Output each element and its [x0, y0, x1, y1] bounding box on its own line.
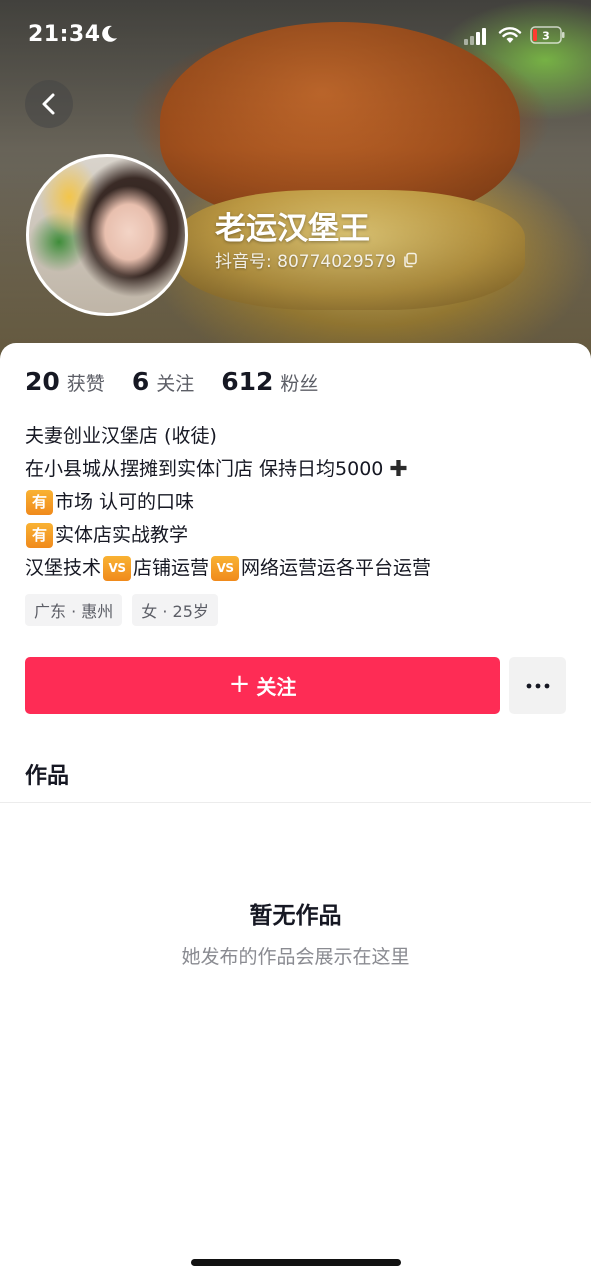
douyin-id[interactable]: 抖音号: 80774029579 — [215, 247, 418, 272]
back-button[interactable] — [25, 80, 73, 128]
profile-card: 20 获赞 6 关注 612 粉丝 夫妻创业汉堡店 (收徒) 在小县城从摆摊到实… — [0, 343, 591, 1280]
vs-emoji-badge: VS — [103, 556, 132, 581]
divider — [0, 802, 591, 803]
vs-emoji-badge: VS — [211, 556, 240, 581]
plus-emoji-icon: ✚ — [389, 457, 408, 482]
bio-text: 店铺运营 — [133, 557, 210, 579]
bio-text: 在小县城从摆摊到实体门店 保持日均5000 — [25, 458, 384, 480]
battery-level-text: 3 — [542, 30, 550, 43]
douyin-id-text: 抖音号: 80774029579 — [215, 252, 397, 272]
stat-following[interactable]: 6 关注 — [132, 367, 194, 396]
home-indicator[interactable] — [191, 1259, 401, 1266]
gender-age-tag: 女 · 25岁 — [132, 594, 218, 626]
status-time: 21:34 — [28, 22, 101, 47]
stat-following-label: 关注 — [156, 373, 195, 395]
profile-tags: 广东 · 惠州 女 · 25岁 — [25, 594, 218, 626]
more-button[interactable] — [509, 657, 566, 714]
bio-text: 汉堡技术 — [25, 557, 102, 579]
bio-text: 市场 认可的口味 — [55, 491, 195, 513]
stat-likes[interactable]: 20 获赞 — [25, 367, 105, 396]
location-tag: 广东 · 惠州 — [25, 594, 123, 626]
you-emoji-badge: 有 — [26, 490, 53, 515]
wifi-icon — [498, 27, 522, 43]
copy-icon[interactable] — [402, 252, 418, 268]
moon-icon — [102, 25, 117, 42]
profile-name: 老运汉堡王 — [215, 211, 370, 247]
follow-button-label: 关注 — [256, 675, 297, 699]
bio-line: 有 市场 认可的口味 — [25, 486, 570, 519]
avatar[interactable] — [26, 154, 188, 316]
follow-button[interactable]: + 关注 — [25, 657, 500, 714]
profile-stats: 20 获赞 6 关注 612 粉丝 — [25, 367, 345, 396]
bio-text: 夫妻创业汉堡店 (收徒) — [25, 425, 217, 447]
more-dots-icon — [526, 683, 549, 688]
stat-followers[interactable]: 612 粉丝 — [221, 367, 318, 396]
battery-icon: 3 — [530, 26, 565, 44]
bio-text: 网络运营运各平台运营 — [241, 557, 432, 579]
bio-line: 有 实体店实战教学 — [25, 519, 570, 552]
bio-line: 在小县城从摆摊到实体门店 保持日均5000 ✚ — [25, 453, 570, 486]
you-emoji-badge: 有 — [26, 523, 53, 548]
bio-text: 实体店实战教学 — [55, 524, 189, 546]
empty-state-title: 暂无作品 — [249, 903, 342, 929]
stat-likes-label: 获赞 — [66, 373, 105, 395]
stat-likes-value: 20 — [25, 367, 60, 396]
tab-works[interactable]: 作品 — [25, 758, 69, 790]
stat-followers-value: 612 — [221, 367, 274, 396]
bio-line: 夫妻创业汉堡店 (收徒) — [25, 420, 570, 453]
bio-line: 汉堡技术 VS 店铺运营 VS 网络运营运各平台运营 — [25, 552, 570, 585]
stat-following-value: 6 — [131, 367, 150, 396]
plus-icon: + — [228, 669, 251, 699]
chevron-left-icon — [42, 93, 55, 115]
empty-state-subtitle: 她发布的作品会展示在这里 — [181, 946, 410, 968]
signal-icon — [464, 28, 486, 45]
profile-bio: 夫妻创业汉堡店 (收徒) 在小县城从摆摊到实体门店 保持日均5000 ✚ 有 市… — [25, 420, 570, 585]
stat-followers-label: 粉丝 — [280, 373, 319, 395]
status-bar: 21:34 3 — [0, 0, 591, 72]
